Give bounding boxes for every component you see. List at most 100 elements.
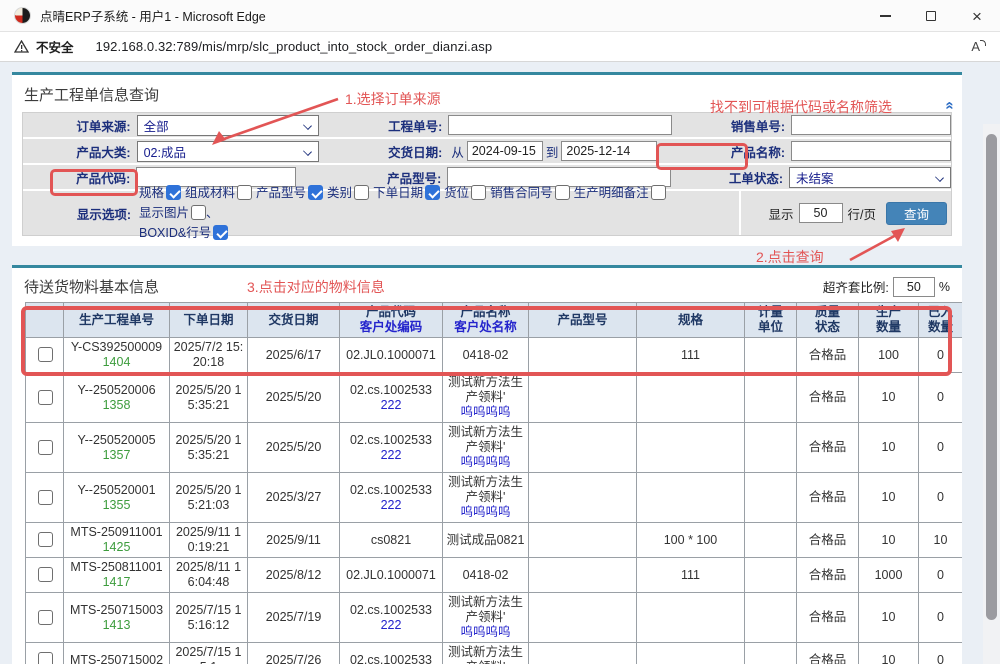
qty-cell: 10 bbox=[859, 423, 919, 473]
order_date-cell: 2025/8/11 16:04:48 bbox=[170, 558, 248, 593]
table-row[interactable]: Y-CS39250000914042025/7/2 15:20:182025/6… bbox=[26, 338, 963, 373]
row-checkbox[interactable] bbox=[38, 610, 53, 625]
option-label: 销售合同号 bbox=[490, 186, 553, 200]
table-row[interactable]: MTS-25091100114252025/9/11 10:19:212025/… bbox=[26, 523, 963, 558]
option-checkbox[interactable] bbox=[471, 185, 486, 200]
model-cell bbox=[529, 338, 637, 373]
option-checkbox[interactable] bbox=[308, 185, 323, 200]
chevron-down-icon bbox=[303, 147, 312, 156]
table-row[interactable]: MTS-25081100114172025/8/11 16:04:482025/… bbox=[26, 558, 963, 593]
option-checkbox[interactable] bbox=[555, 185, 570, 200]
read-aloud-icon[interactable]: A bbox=[971, 39, 986, 54]
qty-cell: 100 bbox=[859, 338, 919, 373]
delivery_date-cell: 2025/7/26 bbox=[248, 643, 340, 664]
table-row[interactable]: MTS-25071500314132025/7/15 15:16:122025/… bbox=[26, 593, 963, 643]
address-bar[interactable]: 不安全 192.168.0.32:789/mis/mrp/slc_product… bbox=[0, 32, 1000, 62]
product-name-input[interactable] bbox=[791, 141, 951, 161]
option-checkbox[interactable] bbox=[237, 185, 252, 200]
date-to-input[interactable] bbox=[561, 141, 657, 161]
window-title: 点晴ERP子系统 - 用户1 - Microsoft Edge bbox=[40, 6, 266, 25]
maximize-button[interactable] bbox=[908, 0, 954, 32]
display-options-line1: 规格组成材料产品型号类别下单日期货位销售合同号生产明细备注显示图片、 bbox=[139, 183, 739, 223]
row-checkbox[interactable] bbox=[38, 652, 53, 664]
table-row[interactable]: Y--25052000113552025/5/20 15:21:032025/3… bbox=[26, 473, 963, 523]
vertical-scrollbar[interactable] bbox=[983, 124, 1000, 664]
column-header: 规格 bbox=[637, 303, 745, 338]
order_date-cell: 2025/7/2 15:20:18 bbox=[170, 338, 248, 373]
product-name-label: 产品名称: bbox=[675, 142, 791, 161]
table-row[interactable]: MTS-2507150022025/7/15 15:12025/7/2602.c… bbox=[26, 643, 963, 664]
materials-panel: 待送货物料基本信息 3.点击对应的物料信息 超齐套比例: % 生产工程单号下单日… bbox=[12, 265, 962, 664]
date-from-text: 从 bbox=[451, 142, 464, 161]
spec-cell bbox=[637, 593, 745, 643]
code-text: 02.cs.1002533 bbox=[341, 653, 441, 664]
delivery_date-cell: 2025/5/20 bbox=[248, 373, 340, 423]
date-from-input[interactable] bbox=[467, 141, 543, 161]
materials-panel-title: 待送货物料基本信息 bbox=[24, 276, 159, 297]
order-source-select[interactable]: 全部 bbox=[137, 115, 319, 136]
quality-cell: 合格品 bbox=[797, 593, 859, 643]
page-size-suffix: 行/页 bbox=[848, 204, 876, 223]
option-label: 产品型号 bbox=[256, 186, 306, 200]
row-checkbox[interactable] bbox=[38, 532, 53, 547]
site-favicon bbox=[14, 7, 31, 24]
stocked-cell: 0 bbox=[919, 373, 963, 423]
option-checkbox[interactable] bbox=[425, 185, 440, 200]
table-row[interactable]: Y--25052000613582025/5/20 15:35:212025/5… bbox=[26, 373, 963, 423]
category-label: 产品大类: bbox=[23, 142, 137, 161]
minimize-button[interactable] bbox=[862, 0, 908, 32]
quality-cell: 合格品 bbox=[797, 643, 859, 664]
quality-cell: 合格品 bbox=[797, 373, 859, 423]
status-select[interactable]: 未结案 bbox=[789, 167, 951, 188]
ratio-input[interactable] bbox=[893, 277, 935, 297]
option-label: 组成材料 bbox=[185, 186, 235, 200]
page-size-prefix: 显示 bbox=[768, 204, 793, 223]
query-form: 订单来源: 全部 工程单号: 销售单号: 产品大类: 02:成品 bbox=[22, 112, 952, 236]
table-header-row: 生产工程单号下单日期交货日期产品代码客户处编码产品名称客户处名称产品型号规格计量… bbox=[26, 303, 963, 338]
option-checkbox[interactable] bbox=[354, 185, 369, 200]
unit-cell bbox=[745, 373, 797, 423]
page-size-input[interactable] bbox=[799, 203, 843, 223]
option-checkbox[interactable] bbox=[166, 185, 181, 200]
row-checkbox[interactable] bbox=[38, 440, 53, 455]
unit-cell bbox=[745, 338, 797, 373]
delivery_date-cell: 2025/9/11 bbox=[248, 523, 340, 558]
row-checkbox[interactable] bbox=[38, 567, 53, 582]
option-checkbox[interactable] bbox=[651, 185, 666, 200]
order-source-label: 订单来源: bbox=[23, 116, 137, 135]
collapse-icon[interactable]: « bbox=[941, 101, 958, 109]
spec-cell bbox=[637, 373, 745, 423]
row-checkbox[interactable] bbox=[38, 490, 53, 505]
unit-cell bbox=[745, 593, 797, 643]
warning-icon bbox=[14, 40, 29, 53]
row-checkbox[interactable] bbox=[38, 390, 53, 405]
column-header: 产品代码客户处编码 bbox=[340, 303, 443, 338]
row-checkbox[interactable] bbox=[38, 347, 53, 362]
ratio-unit: % bbox=[939, 280, 950, 294]
name-text: 0418-02 bbox=[444, 568, 527, 583]
name-text: 测试新方法生产领料' bbox=[444, 475, 527, 505]
option-checkbox[interactable] bbox=[213, 225, 228, 240]
table-row[interactable]: Y--25052000513572025/5/20 15:35:212025/5… bbox=[26, 423, 963, 473]
close-button[interactable]: × bbox=[954, 0, 1000, 32]
chevron-down-icon bbox=[935, 173, 944, 182]
code-sub-text: 222 bbox=[341, 398, 441, 413]
column-header: 已入数量 bbox=[919, 303, 963, 338]
display-option: 类别 bbox=[327, 186, 369, 200]
model-cell bbox=[529, 423, 637, 473]
option-checkbox[interactable] bbox=[191, 205, 206, 220]
display-option: 产品型号 bbox=[256, 186, 323, 200]
eng-order-input[interactable] bbox=[448, 115, 672, 135]
model-cell bbox=[529, 643, 637, 664]
column-header: 生产数量 bbox=[859, 303, 919, 338]
option-label: 生产明细备注 bbox=[574, 186, 649, 200]
name-sub-text: 呜呜呜呜 bbox=[444, 405, 527, 420]
query-button[interactable]: 查询 bbox=[886, 202, 947, 225]
sales-order-input[interactable] bbox=[791, 115, 951, 135]
scrollbar-thumb[interactable] bbox=[986, 134, 997, 620]
display-option: 规格 bbox=[139, 186, 181, 200]
delivery-date-label: 交货日期: bbox=[383, 142, 449, 161]
browser-titlebar: 点晴ERP子系统 - 用户1 - Microsoft Edge × bbox=[0, 0, 1000, 32]
category-select[interactable]: 02:成品 bbox=[137, 141, 319, 162]
name-sub-text: 呜呜呜呜 bbox=[444, 505, 527, 520]
